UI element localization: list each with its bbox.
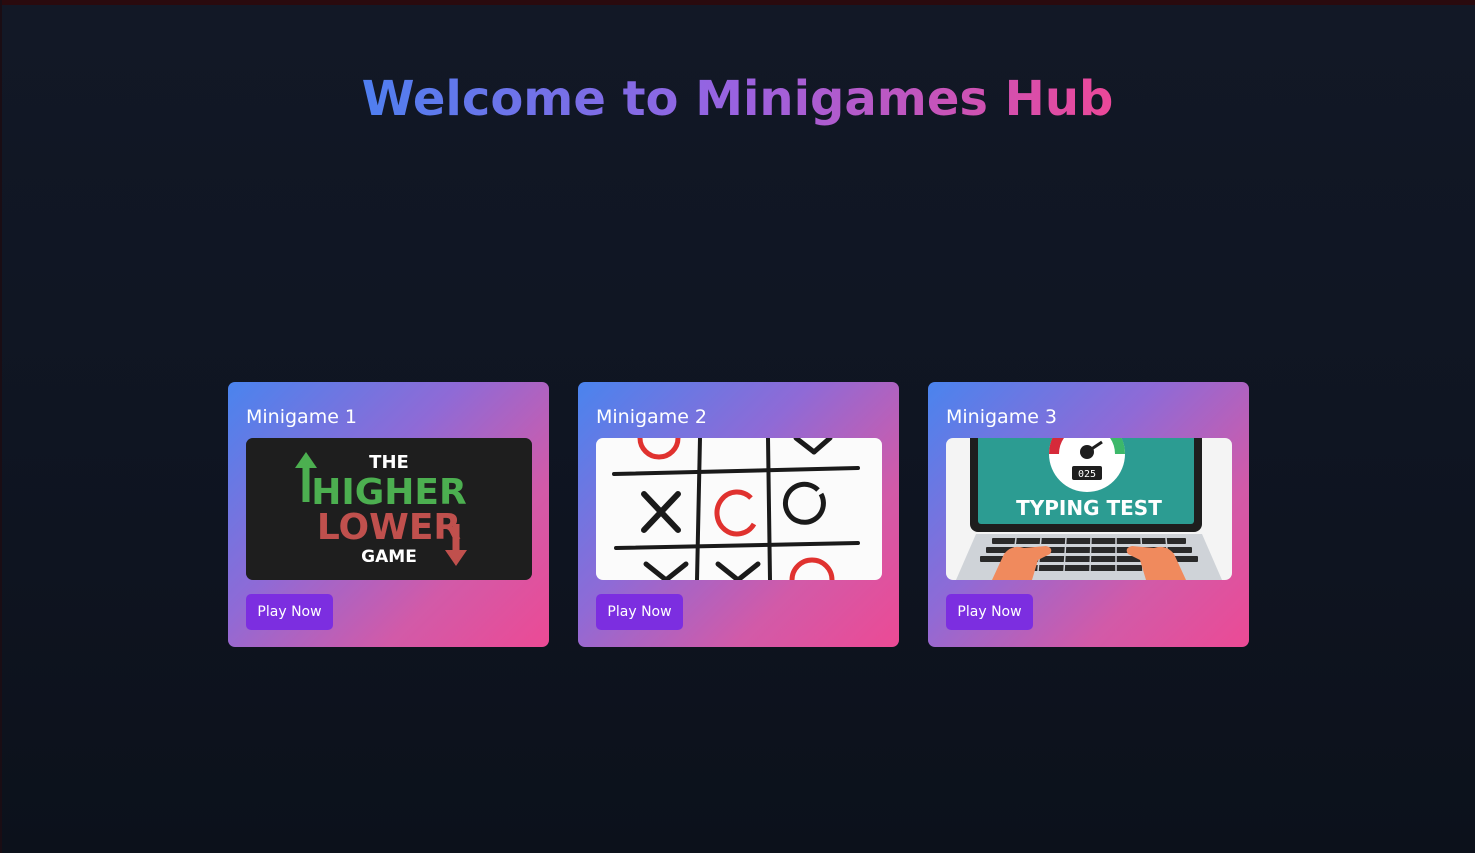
card-title: Minigame 1 bbox=[246, 406, 358, 428]
typing-test-thumbnail[interactable]: 025 TYPING TEST bbox=[946, 438, 1232, 580]
minigame-card-list: Minigame 1 THE HIGHER LOWER GAME Play No… bbox=[228, 382, 1249, 647]
minigame-card-1: Minigame 1 THE HIGHER LOWER GAME Play No… bbox=[228, 382, 549, 647]
minigame-card-2: Minigame 2 Play Now bbox=[578, 382, 899, 647]
page-title: Welcome to Minigames Hub bbox=[0, 66, 1475, 132]
thumbnail-text-game: GAME bbox=[361, 547, 417, 567]
typing-test-caption: TYPING TEST bbox=[1016, 496, 1162, 520]
speed-counter: 025 bbox=[1078, 469, 1096, 480]
page-title-text: Welcome to Minigames Hub bbox=[361, 71, 1114, 127]
thumbnail-text-the: THE bbox=[369, 452, 409, 473]
top-border bbox=[0, 0, 1475, 5]
tic-tac-toe-image bbox=[596, 438, 882, 580]
higher-lower-image: THE HIGHER LOWER GAME bbox=[246, 438, 532, 580]
minigame-card-3: Minigame 3 025 TYPING TEST Play Now bbox=[928, 382, 1249, 647]
higher-lower-game-thumbnail[interactable]: THE HIGHER LOWER GAME bbox=[246, 438, 532, 580]
play-now-button[interactable]: Play Now bbox=[246, 594, 333, 630]
tic-tac-toe-thumbnail[interactable] bbox=[596, 438, 882, 580]
card-title: Minigame 2 bbox=[596, 406, 708, 428]
card-title: Minigame 3 bbox=[946, 406, 1058, 428]
typing-test-image: 025 TYPING TEST bbox=[946, 438, 1232, 580]
play-now-button[interactable]: Play Now bbox=[596, 594, 683, 630]
thumbnail-text-lower: LOWER bbox=[317, 507, 461, 548]
play-now-button[interactable]: Play Now bbox=[946, 594, 1033, 630]
